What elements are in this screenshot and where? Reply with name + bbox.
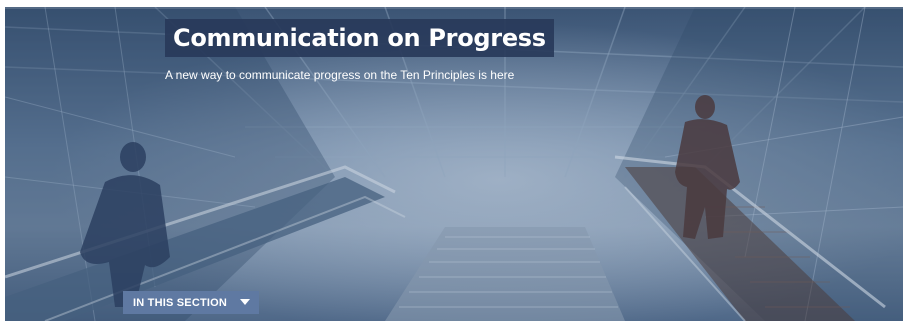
in-this-section-dropdown[interactable]: IN THIS SECTION <box>123 291 259 314</box>
page-title: Communication on Progress <box>173 24 546 52</box>
caret-down-icon <box>240 299 250 305</box>
page-subtitle: A new way to communicate progress on the… <box>165 68 515 82</box>
in-this-section-label: IN THIS SECTION <box>133 296 228 309</box>
page-title-box: Communication on Progress <box>165 19 554 57</box>
hero-banner: Communication on Progress A new way to c… <box>5 7 903 321</box>
